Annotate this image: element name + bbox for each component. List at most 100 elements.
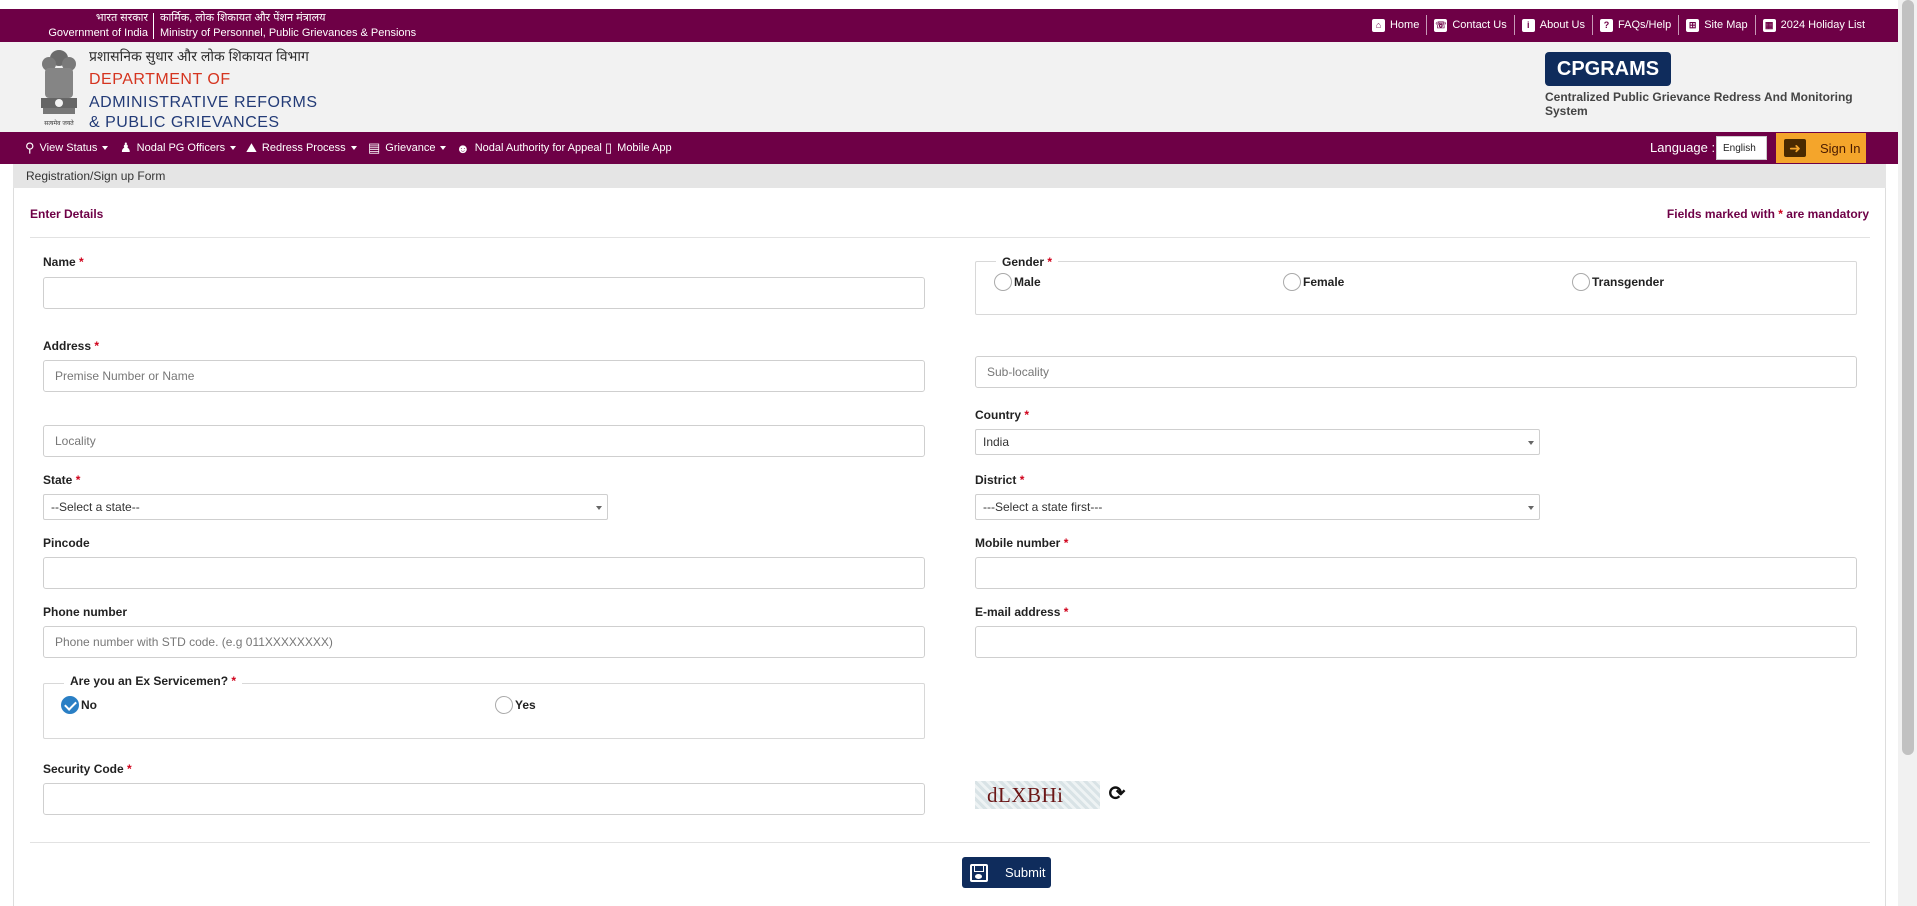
security-code-input[interactable]: [43, 783, 925, 815]
top-link-sitemap[interactable]: ⊞ Site Map: [1678, 15, 1754, 35]
top-link-home[interactable]: ⌂ Home: [1365, 15, 1426, 35]
top-link-holiday[interactable]: ▦ 2024 Holiday List: [1754, 15, 1872, 35]
radio-label: Transgender: [1592, 275, 1665, 289]
divider: [153, 13, 154, 39]
dept-name-hindi: प्रशासनिक सुधार और लोक शिकायत विभाग: [89, 48, 309, 64]
nav-label: Mobile App: [617, 142, 672, 154]
emblem-motto: सत्यमेव जयते: [44, 119, 74, 127]
state-value: --Select a state--: [51, 500, 140, 514]
district-value: ---Select a state first---: [983, 500, 1103, 514]
divider: [30, 842, 1870, 843]
top-link-faq[interactable]: ? FAQs/Help: [1592, 15, 1678, 35]
caret-down-icon: [350, 146, 357, 150]
radio-label: Male: [1014, 275, 1041, 289]
nav-nodal-pg-officers[interactable]: ♟ Nodal PG Officers: [120, 132, 237, 164]
ministry-hi: कार्मिक, लोक शिकायत और पेंशन मंत्रालय: [160, 12, 326, 24]
nav-label: View Status: [39, 142, 98, 154]
gender-label-text: Gender: [1002, 255, 1045, 269]
ministry: कार्मिक, लोक शिकायत और पेंशन मंत्रालय Mi…: [160, 11, 416, 41]
gender-female-radio[interactable]: Female: [1283, 273, 1344, 291]
email-input[interactable]: [975, 626, 1857, 658]
top-link-contact[interactable]: ☏ Contact Us: [1426, 15, 1513, 35]
divider: [30, 237, 1870, 238]
required-star: *: [1063, 536, 1069, 550]
refresh-icon[interactable]: ⟳: [1106, 783, 1128, 805]
top-link-about[interactable]: i About Us: [1513, 15, 1592, 35]
name-label-text: Name: [43, 255, 76, 269]
locality-input[interactable]: Locality: [43, 425, 925, 457]
page: भारत सरकार Government of India कार्मिक, …: [0, 0, 1917, 906]
top-link-label: 2024 Holiday List: [1780, 19, 1865, 31]
cpgrams-logo[interactable]: CPGRAMS: [1545, 52, 1671, 86]
country-select[interactable]: India: [975, 429, 1540, 455]
mobile-icon: ▯: [605, 140, 613, 155]
required-star: *: [75, 473, 81, 487]
submit-button[interactable]: Submit: [962, 857, 1051, 888]
nav-nodal-authority[interactable]: ☻ Nodal Authority for Appeal: [456, 132, 602, 164]
search-icon: ⚲: [25, 140, 35, 155]
mobile-label: Mobile number *: [975, 536, 1068, 550]
ex-servicemen-yes-radio[interactable]: Yes: [495, 696, 536, 714]
district-select[interactable]: ---Select a state first---: [975, 494, 1540, 520]
radio-label: Yes: [515, 698, 536, 712]
dept-name-line3: & PUBLIC GRIEVANCES: [89, 114, 280, 131]
gender-legend: Gender *: [996, 255, 1059, 269]
radio-label: No: [81, 698, 97, 712]
save-icon: [970, 863, 988, 882]
nav-mobile-app[interactable]: ▯ Mobile App: [605, 132, 672, 164]
sublocality-input[interactable]: Sub-locality: [975, 356, 1857, 388]
document-icon: ▤: [368, 140, 381, 155]
language-value: English: [1723, 143, 1756, 154]
caret-down-icon: [102, 146, 109, 150]
nav-label: Redress Process: [261, 142, 346, 154]
required-star: *: [1024, 408, 1030, 422]
ex-servicemen-no-radio[interactable]: No: [61, 696, 97, 714]
address-label: Address *: [43, 339, 99, 353]
language-label: Language :: [1650, 140, 1716, 155]
help-icon: ?: [1600, 18, 1613, 32]
gender-transgender-radio[interactable]: Transgender: [1572, 273, 1664, 291]
radio-label: Female: [1303, 275, 1345, 289]
mobile-input[interactable]: [975, 557, 1857, 589]
gender-male-radio[interactable]: Male: [994, 273, 1041, 291]
name-input[interactable]: [43, 277, 925, 309]
phone-input[interactable]: Phone number with STD code. (e.g 011XXXX…: [43, 626, 925, 658]
pincode-input[interactable]: [43, 557, 925, 589]
language-select[interactable]: English: [1716, 136, 1767, 175]
state-label-text: State: [43, 473, 73, 487]
address-label-text: Address: [43, 339, 92, 353]
nav-grievance[interactable]: ▤ Grievance: [368, 132, 447, 164]
gender-fieldset: [975, 261, 1857, 315]
nav-view-status[interactable]: ⚲ View Status: [25, 132, 109, 164]
caret-down-icon: [1528, 506, 1534, 510]
radio-circle: [1283, 273, 1301, 291]
national-emblem-icon[interactable]: सत्यमेव जयते: [37, 46, 81, 128]
radio-checked-icon: [61, 696, 79, 714]
top-strip: [0, 0, 1898, 9]
section-title: Enter Details: [30, 207, 104, 221]
nav-redress-process[interactable]: ⛰ Redress Process: [246, 132, 357, 164]
pincode-label: Pincode: [43, 536, 90, 550]
country-label: Country *: [975, 408, 1029, 422]
home-icon: ⌂: [1371, 18, 1385, 32]
gov-india-en: Government of India: [48, 27, 148, 39]
required-star: *: [94, 339, 100, 353]
officer-icon: ♟: [120, 140, 132, 155]
cpgrams-tagline: Centralized Public Grievance Redress And…: [1545, 90, 1853, 118]
radio-circle: [495, 696, 513, 714]
sign-in-button[interactable]: ➜ Sign In: [1776, 133, 1866, 163]
site-header: सत्यमेव जयते प्रशासनिक सुधार और लोक शिका…: [0, 42, 1898, 132]
required-star: *: [127, 762, 132, 776]
top-links: ⌂ Home ☏ Contact Us i About Us ? FAQs/Help ⊞…: [1365, 15, 1872, 35]
country-value: India: [983, 435, 1010, 449]
mandatory-note: Fields marked with * are mandatory: [1667, 207, 1869, 221]
breadcrumb: Registration/Sign up Form: [26, 169, 166, 183]
ministry-en: Ministry of Personnel, Public Grievances…: [160, 27, 417, 39]
scrollbar-thumb[interactable]: [1902, 0, 1914, 755]
road-icon: ⛰: [246, 140, 257, 155]
premise-input[interactable]: Premise Number or Name: [43, 360, 925, 392]
phone-label: Phone number: [43, 605, 128, 619]
state-select[interactable]: --Select a state--: [43, 494, 608, 520]
top-link-label: FAQs/Help: [1618, 19, 1672, 31]
caret-down-icon: [230, 146, 237, 150]
